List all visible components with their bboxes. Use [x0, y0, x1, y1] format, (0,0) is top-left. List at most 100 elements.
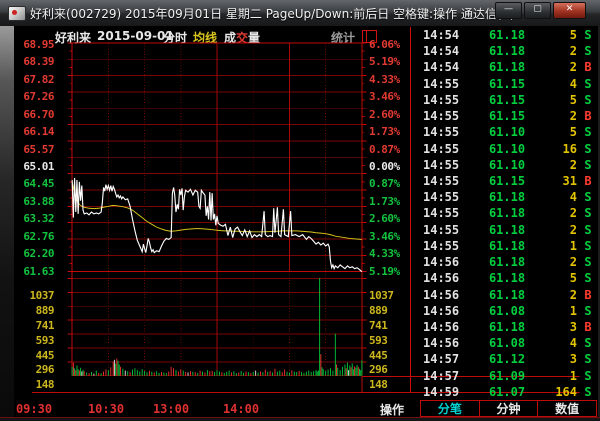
- trade-row[interactable]: 14:5461.185S: [419, 27, 598, 43]
- trade-flag: S: [581, 190, 595, 204]
- trade-row[interactable]: 14:5561.102S: [419, 157, 598, 173]
- trade-row[interactable]: 14:5561.152B: [419, 108, 598, 124]
- volume-bar: [74, 368, 75, 376]
- volume-bar: [116, 358, 117, 375]
- maximize-button[interactable]: ▢: [524, 2, 551, 19]
- title-bar[interactable]: 好利来(002729) 2015年09月01日 星期二 PageUp/Down:…: [0, 0, 600, 27]
- percent-axis-right-label: 2.60%: [369, 108, 415, 121]
- volume-bar: [308, 371, 309, 376]
- volume-bar: [277, 372, 278, 376]
- volume-bar: [246, 372, 247, 376]
- volume-bar: [342, 367, 343, 376]
- trade-qty: 3: [570, 320, 577, 334]
- volume-bar: [161, 372, 162, 376]
- volume-bar: [202, 372, 203, 376]
- volume-bar: [185, 372, 186, 376]
- trade-price: 61.15: [483, 174, 531, 188]
- volume-bar: [114, 360, 115, 376]
- trade-row[interactable]: 14:5561.1016S: [419, 141, 598, 157]
- time-axis-label: 10:30: [84, 402, 128, 416]
- volume-bar: [320, 354, 321, 376]
- trade-row[interactable]: 14:5561.154S: [419, 76, 598, 92]
- volume-bar: [301, 372, 302, 376]
- trade-row[interactable]: 14:5761.123S: [419, 351, 598, 367]
- trade-row[interactable]: 14:5661.183B: [419, 319, 598, 335]
- trade-row[interactable]: 14:5561.184S: [419, 189, 598, 205]
- trade-row[interactable]: 14:5661.185S: [419, 270, 598, 286]
- volume-bar: [180, 369, 181, 376]
- volume-bar: [190, 371, 191, 376]
- volume-bar: [272, 372, 273, 375]
- volume-bar: [250, 373, 251, 376]
- trade-flag: S: [581, 125, 595, 139]
- volume-axis-right-label: 296: [369, 363, 415, 376]
- tab-数值[interactable]: 数值: [538, 401, 596, 416]
- trade-row[interactable]: 14:5561.182S: [419, 205, 598, 221]
- trade-flag: S: [581, 385, 595, 399]
- volume-bar: [183, 371, 184, 376]
- trade-time: 14:55: [423, 206, 459, 220]
- volume-bar: [108, 370, 109, 376]
- trade-row[interactable]: 14:5561.155S: [419, 92, 598, 108]
- volume-bar: [96, 371, 97, 376]
- trade-row[interactable]: 14:5961.07164S: [419, 384, 598, 400]
- trade-time: 14:55: [423, 239, 459, 253]
- percent-axis-right-label: 1.73%: [369, 125, 415, 138]
- volume-bar: [355, 368, 356, 376]
- trade-row[interactable]: 14:5661.182B: [419, 287, 598, 303]
- volume-bar: [229, 371, 230, 376]
- volume-bar: [163, 372, 164, 375]
- trade-row[interactable]: 14:5561.1531B: [419, 173, 598, 189]
- volume-bar: [72, 367, 73, 376]
- volume-bar: [197, 373, 198, 376]
- trade-time: 14:56: [423, 288, 459, 302]
- trade-row[interactable]: 14:5661.182S: [419, 254, 598, 270]
- action-button[interactable]: 操作: [367, 401, 417, 417]
- window-title: 好利来(002729) 2015年09月01日 星期二 PageUp/Down:…: [30, 5, 515, 22]
- tab-active-分笔[interactable]: 分笔: [421, 401, 480, 416]
- trade-time: 14:54: [423, 28, 459, 42]
- trade-row[interactable]: 14:5461.182S: [419, 43, 598, 59]
- volume-axis-left-label: 296: [14, 363, 54, 376]
- trade-qty: 5: [570, 271, 577, 285]
- trade-qty: 3: [570, 352, 577, 366]
- trade-flag: S: [581, 28, 595, 42]
- volume-bar: [119, 364, 120, 375]
- trade-row[interactable]: 14:5561.182S: [419, 222, 598, 238]
- trade-row[interactable]: 14:5561.181S: [419, 238, 598, 254]
- volume-bar: [118, 361, 119, 376]
- trade-time: 14:54: [423, 60, 459, 74]
- close-button[interactable]: ✕: [553, 2, 586, 19]
- trade-row[interactable]: 14:5761.091S: [419, 368, 598, 384]
- trade-qty: 1: [570, 239, 577, 253]
- tab-分钟[interactable]: 分钟: [480, 401, 539, 416]
- trade-row[interactable]: 14:5461.182B: [419, 59, 598, 75]
- volume-bar: [77, 365, 78, 375]
- trade-price: 61.15: [483, 77, 531, 91]
- volume-bar: [323, 369, 324, 376]
- trade-flag: B: [581, 60, 595, 74]
- trade-price: 61.18: [483, 239, 531, 253]
- trade-price: 61.09: [483, 369, 531, 383]
- minimize-button[interactable]: —: [495, 2, 522, 19]
- volume-bar: [91, 372, 92, 376]
- volume-bar: [335, 334, 336, 376]
- volume-bar: [361, 360, 362, 375]
- trade-qty: 1: [570, 369, 577, 383]
- trade-row[interactable]: 14:5561.105S: [419, 124, 598, 140]
- volume-bar: [103, 372, 104, 376]
- price-axis-left-label: 63.32: [14, 212, 54, 225]
- volume-axis-right-label: 148: [369, 378, 415, 391]
- trade-qty: 2: [570, 44, 577, 58]
- trade-row[interactable]: 14:5661.081S: [419, 303, 598, 319]
- percent-axis-right-label: 0.87%: [369, 177, 415, 190]
- volume-bar: [328, 370, 329, 376]
- volume-bar: [359, 369, 360, 376]
- volume-bar: [209, 371, 210, 376]
- trade-row[interactable]: 14:5661.084S: [419, 335, 598, 351]
- volume-bar: [299, 371, 300, 376]
- volume-bar: [243, 373, 244, 376]
- window-frame-bottom: [0, 417, 600, 421]
- price-axis-left-label: 63.88: [14, 195, 54, 208]
- volume-bar: [86, 372, 87, 375]
